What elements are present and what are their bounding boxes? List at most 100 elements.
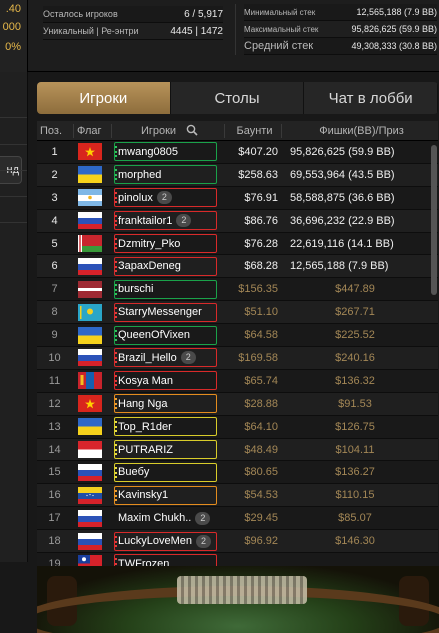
entries-badge: 2 (180, 351, 196, 365)
player-cell[interactable]: Brazil_Hello 2 (112, 348, 225, 368)
vietnam-flag-icon (78, 143, 102, 161)
tab-tables[interactable]: Столы (171, 82, 305, 114)
flag-cell (74, 395, 112, 413)
player-cell[interactable]: mwang0805 (112, 142, 225, 162)
column-position[interactable]: Поз. (37, 123, 74, 138)
player-cell[interactable]: Top_R1der (112, 417, 225, 437)
max-stack-value: 95,826,625 (59.9 BB) (351, 24, 437, 34)
kazakhstan-flag-icon (78, 303, 102, 321)
table-row[interactable]: 16 Kavinsky1 $54.53 $110.15 (37, 484, 438, 508)
table-row[interactable]: 18 LuckyLoveMen 2 $96.92 $146.30 (37, 530, 438, 554)
position-cell: 1 (51, 145, 58, 158)
table-row[interactable]: 8 StarryMessenger $51.10 $267.71 (37, 301, 438, 325)
table-row[interactable]: 14 PUTRARIZ $48.49 $104.11 (37, 438, 438, 462)
player-name-box[interactable]: Hang Nga (114, 394, 217, 414)
tab-players[interactable]: Игроки (37, 82, 171, 114)
table-row[interactable]: 6 ЗapaxDeneg $68.28 12,565,188 (7.9 BB) (37, 255, 438, 279)
divider (0, 196, 27, 197)
table-preview-image (37, 566, 439, 633)
player-name-box[interactable]: pinolux 2 (114, 188, 217, 208)
unique-reentry-row: Уникальный | Ре-энтри 4445 | 1472 (43, 23, 223, 40)
player-cell[interactable]: PUTRARIZ (112, 440, 225, 460)
player-name-box[interactable]: morphed (114, 165, 217, 185)
flag-cell (74, 509, 112, 527)
player-cell[interactable]: ЗapaxDeneg (112, 256, 225, 276)
bounty-cell: $80.65 (244, 466, 278, 479)
player-name-box[interactable]: Kavinsky1 (114, 485, 217, 505)
left-stat-1: .40 (5, 3, 21, 15)
table-row[interactable]: 5 Dzmitry_Pko $76.28 22,619,116 (14.1 BB… (37, 232, 438, 256)
chips-prize-cell: $136.32 (335, 374, 375, 387)
stack-stats: Минимальный стек 12,565,188 (7.9 BB) Мак… (235, 4, 437, 55)
player-name-box[interactable]: Top_R1der (114, 417, 217, 437)
player-name-box[interactable]: Kosya Man (114, 371, 217, 391)
position-cell: 12 (48, 397, 61, 410)
players-left-row: Осталось игроков 6 / 5,917 (43, 6, 223, 23)
column-flag[interactable]: Флаг (74, 123, 112, 138)
player-cell[interactable]: morphed (112, 165, 225, 185)
column-players[interactable]: Игроки (112, 123, 225, 138)
player-cell[interactable]: Dzmitry_Pko (112, 234, 225, 253)
table-row[interactable]: 3 pinolux 2 $76.91 58,588,875 (36.6 BB) (37, 186, 438, 210)
table-row[interactable]: 7 burschi $156.35 $447.89 (37, 278, 438, 302)
player-name-box[interactable]: LuckyLoveMen 2 (114, 531, 217, 551)
player-cell[interactable]: Maxim Chukh.. 2 (112, 509, 225, 528)
search-icon[interactable] (186, 124, 198, 136)
bounty-cell: $64.10 (244, 420, 278, 433)
entries-badge: 2 (176, 214, 192, 228)
scrollbar[interactable] (431, 145, 437, 295)
player-cell[interactable]: pinolux 2 (112, 188, 225, 208)
table-row[interactable]: 4 franktailor1 2 $86.76 36,696,232 (22.9… (37, 209, 438, 233)
table-row[interactable]: 13 Top_R1der $64.10 $126.75 (37, 415, 438, 439)
player-cell[interactable]: LuckyLoveMen 2 (112, 531, 225, 551)
table-row[interactable]: 10 Brazil_Hello 2 $169.58 $240.16 (37, 347, 438, 370)
player-name: Brazil_Hello (118, 351, 177, 364)
divider (0, 144, 27, 145)
player-cell[interactable]: StarryMessenger (112, 302, 225, 322)
player-cell[interactable]: burschi (112, 279, 225, 299)
player-cell[interactable]: Kavinsky1 (112, 485, 225, 505)
argentina-flag-icon (78, 189, 102, 207)
player-name-box[interactable]: Brazil_Hello 2 (114, 348, 217, 368)
russia-flag-icon (78, 532, 102, 550)
table-row[interactable]: 11 Kosya Man $65.74 $136.32 (37, 369, 438, 393)
entries-badge: 2 (156, 191, 172, 205)
column-chips-prize[interactable]: Фишки(BB)/Приз (282, 124, 438, 138)
player-cell[interactable]: QueenOfVixen (112, 325, 225, 345)
player-name-box[interactable]: ЗapaxDeneg (114, 256, 217, 276)
player-name: Bueбy (118, 466, 150, 479)
player-cell[interactable]: franktailor1 2 (112, 211, 225, 231)
player-name-box[interactable]: Bueбy (114, 462, 217, 482)
bounty-cell: $29.45 (244, 512, 278, 525)
bounty-cell: $76.91 (244, 191, 278, 204)
table-row[interactable]: 9 QueenOfVixen $64.58 $225.52 (37, 324, 438, 348)
position-cell: 14 (48, 443, 61, 456)
table-row[interactable]: 1 mwang0805 $407.20 95,826,625 (59.9 BB) (37, 141, 438, 164)
player-cell[interactable]: Bueбy (112, 462, 225, 482)
player-name-box[interactable]: burschi (114, 279, 217, 299)
player-name: QueenOfVixen (118, 329, 190, 342)
mongolia-flag-icon (78, 372, 102, 390)
russia-flag-icon (78, 212, 102, 230)
player-name-box[interactable]: QueenOfVixen (114, 325, 217, 345)
player-name-box[interactable]: StarryMessenger (114, 302, 217, 322)
table-row[interactable]: 12 Hang Nga $28.88 $91.53 (37, 392, 438, 416)
player-cell[interactable]: Kosya Man (112, 371, 225, 391)
player-name-box[interactable]: franktailor1 2 (114, 211, 217, 231)
table-row[interactable]: 2 morphed $258.63 69,553,964 (43.5 BB) (37, 163, 438, 187)
bounty-cell: $86.76 (244, 214, 278, 227)
table-row[interactable]: 15 Bueбy $80.65 $136.27 (37, 461, 438, 485)
player-name-box[interactable]: mwang0805 (114, 142, 217, 162)
max-stack-row: Максимальный стек 95,826,625 (59.9 BB) (244, 21, 437, 38)
player-cell[interactable]: Hang Nga (112, 394, 225, 414)
table-row[interactable]: 17 Maxim Chukh.. 2 $29.45 $85.07 (37, 507, 438, 531)
player-name: Top_R1der (118, 420, 172, 433)
column-bounty[interactable]: Баунти (225, 123, 282, 138)
player-name-box[interactable]: Dzmitry_Pko (114, 234, 217, 253)
bounty-cell: $51.10 (244, 306, 278, 319)
tab-lobby-chat[interactable]: Чат в лобби (304, 82, 438, 114)
player-name-box[interactable]: Maxim Chukh.. 2 (114, 509, 217, 528)
player-name-box[interactable]: PUTRARIZ (114, 440, 217, 460)
player-name: Dzmitry_Pko (118, 237, 181, 250)
flag-cell (74, 372, 112, 390)
